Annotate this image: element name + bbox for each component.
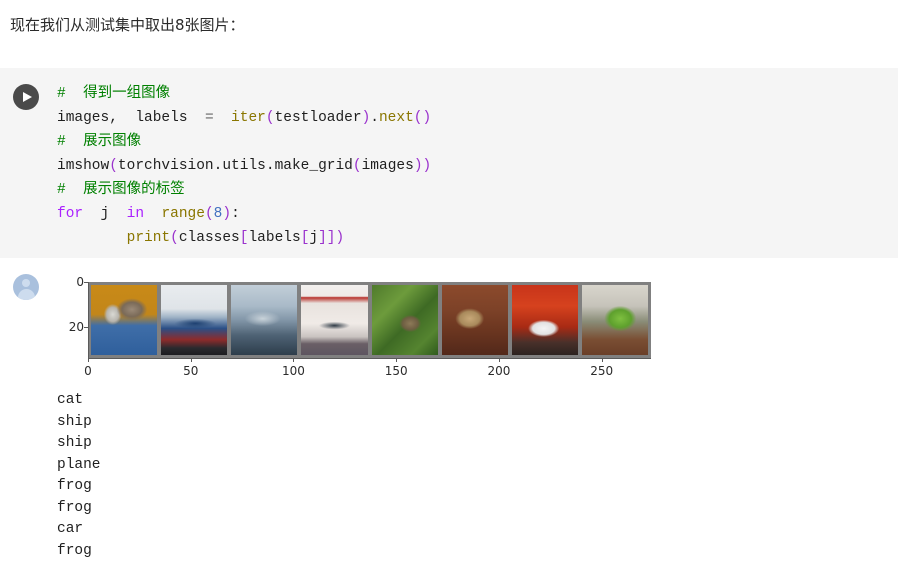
x-axis-spine <box>88 358 651 359</box>
code-token-punct: ( <box>170 230 179 246</box>
stdout-line: car <box>57 521 84 537</box>
code-token-punct: ( <box>204 206 214 222</box>
code-token-plain: : <box>231 206 240 222</box>
code-token-plain: imshow <box>57 158 110 174</box>
code-token-plain: . <box>265 158 275 174</box>
cifar-image-frog <box>581 285 648 355</box>
code-token-comment: # 展示图像 <box>57 134 142 150</box>
code-token-punct: ( <box>352 158 362 174</box>
code-token-comment: # 得到一组图像 <box>57 86 171 102</box>
y-tick-mark <box>84 326 88 328</box>
code-token-punct: () <box>413 110 432 126</box>
cifar-image-cat <box>91 285 158 355</box>
image-grid <box>88 282 651 358</box>
x-tick-mark <box>498 358 500 362</box>
code-line: for j in range(8): <box>57 202 431 226</box>
code-token-punct: ( <box>265 110 275 126</box>
code-editor[interactable]: # 得到一组图像 images, labels = iter(testloader… <box>57 82 431 250</box>
code-token-plain: j <box>309 230 319 246</box>
code-token-builtin: print <box>126 230 171 246</box>
code-token-plain: testloader <box>274 110 362 126</box>
code-line: images, labels = iter(testloader).next() <box>57 106 431 130</box>
x-tick-mark <box>293 358 295 362</box>
x-tick-mark <box>601 358 603 362</box>
code-token-plain: classes <box>178 230 240 246</box>
code-line: # 得到一组图像 <box>57 82 431 106</box>
code-token-op: = <box>204 110 214 126</box>
code-token-plain: utils <box>222 158 266 174</box>
code-token-plain: images <box>361 158 414 174</box>
code-line: # 展示图像的标签 <box>57 178 431 202</box>
code-token-keyword: for <box>57 206 84 222</box>
code-token-plain: j <box>83 206 127 222</box>
code-token-keyword: in <box>126 206 145 222</box>
cifar-image-ship <box>231 285 298 355</box>
code-cell: # 得到一组图像 images, labels = iter(testloader… <box>0 68 898 258</box>
x-tick-label: 0 <box>84 364 92 378</box>
code-token-comment: # 展示图像的标签 <box>57 182 185 198</box>
avatar-head <box>22 279 30 287</box>
code-token-plain: labels <box>248 230 301 246</box>
run-cell-button[interactable] <box>13 84 39 110</box>
code-token-punct: ( <box>109 158 118 174</box>
y-tick-mark <box>84 282 88 283</box>
stdout-line: cat <box>57 392 84 408</box>
cifar-image-plane <box>301 285 368 355</box>
code-token-plain: torchvision <box>117 158 214 174</box>
stdout-line: frog <box>57 478 92 494</box>
play-icon <box>23 92 32 102</box>
stdout-line: ship <box>57 435 92 451</box>
x-tick-label: 150 <box>384 364 408 378</box>
code-token-plain: images, labels <box>57 110 205 126</box>
code-token-punct: ) <box>222 206 232 222</box>
cifar-image-frog <box>371 285 438 355</box>
code-token-plain: make_grid <box>274 158 353 174</box>
stdout-line: plane <box>57 456 101 473</box>
code-token-builtin: range <box>161 206 205 222</box>
avatar-body <box>17 289 35 300</box>
intro-paragraph: 现在我们从测试集中取出8张图片： <box>10 16 245 34</box>
x-tick-mark <box>88 358 89 362</box>
stdout-line: frog <box>57 542 92 559</box>
code-line: print(classes[labels[j]]) <box>57 226 431 250</box>
x-tick-mark <box>190 358 192 362</box>
code-token-punct: ) <box>361 110 371 126</box>
x-tick-label: 100 <box>282 364 305 378</box>
output-cell: 0 50 100 150 200 250 0 20 cat ship ship plane frog… <box>0 262 898 575</box>
cifar-image-ship <box>161 285 228 355</box>
cifar-image-frog <box>441 285 508 355</box>
x-tick-mark <box>396 358 398 362</box>
x-tick-label: 200 <box>487 364 511 378</box>
cifar-image-car <box>511 285 578 355</box>
y-tick-label: 0 <box>76 275 84 289</box>
y-axis-spine <box>88 282 89 358</box>
matplotlib-figure: 0 50 100 150 200 250 0 20 <box>60 275 680 388</box>
x-tick-label: 50 <box>183 364 199 378</box>
code-token-punct: )) <box>413 158 432 174</box>
code-token-plain: . <box>370 110 379 126</box>
code-token-builtin: iter <box>231 110 266 126</box>
code-line: imshow(torchvision.utils.make_grid(image… <box>57 154 431 178</box>
stdout-output: cat ship ship plane frog frog car frog <box>57 390 101 562</box>
stdout-line: ship <box>57 413 92 430</box>
y-tick-label: 20 <box>68 319 84 334</box>
user-avatar-icon <box>13 274 39 300</box>
code-token-punct: ]]) <box>318 230 345 246</box>
code-line: # 展示图像 <box>57 130 431 154</box>
stdout-line: frog <box>57 499 92 516</box>
code-token-builtin: next <box>378 110 414 126</box>
x-tick-label: 250 <box>590 364 614 378</box>
